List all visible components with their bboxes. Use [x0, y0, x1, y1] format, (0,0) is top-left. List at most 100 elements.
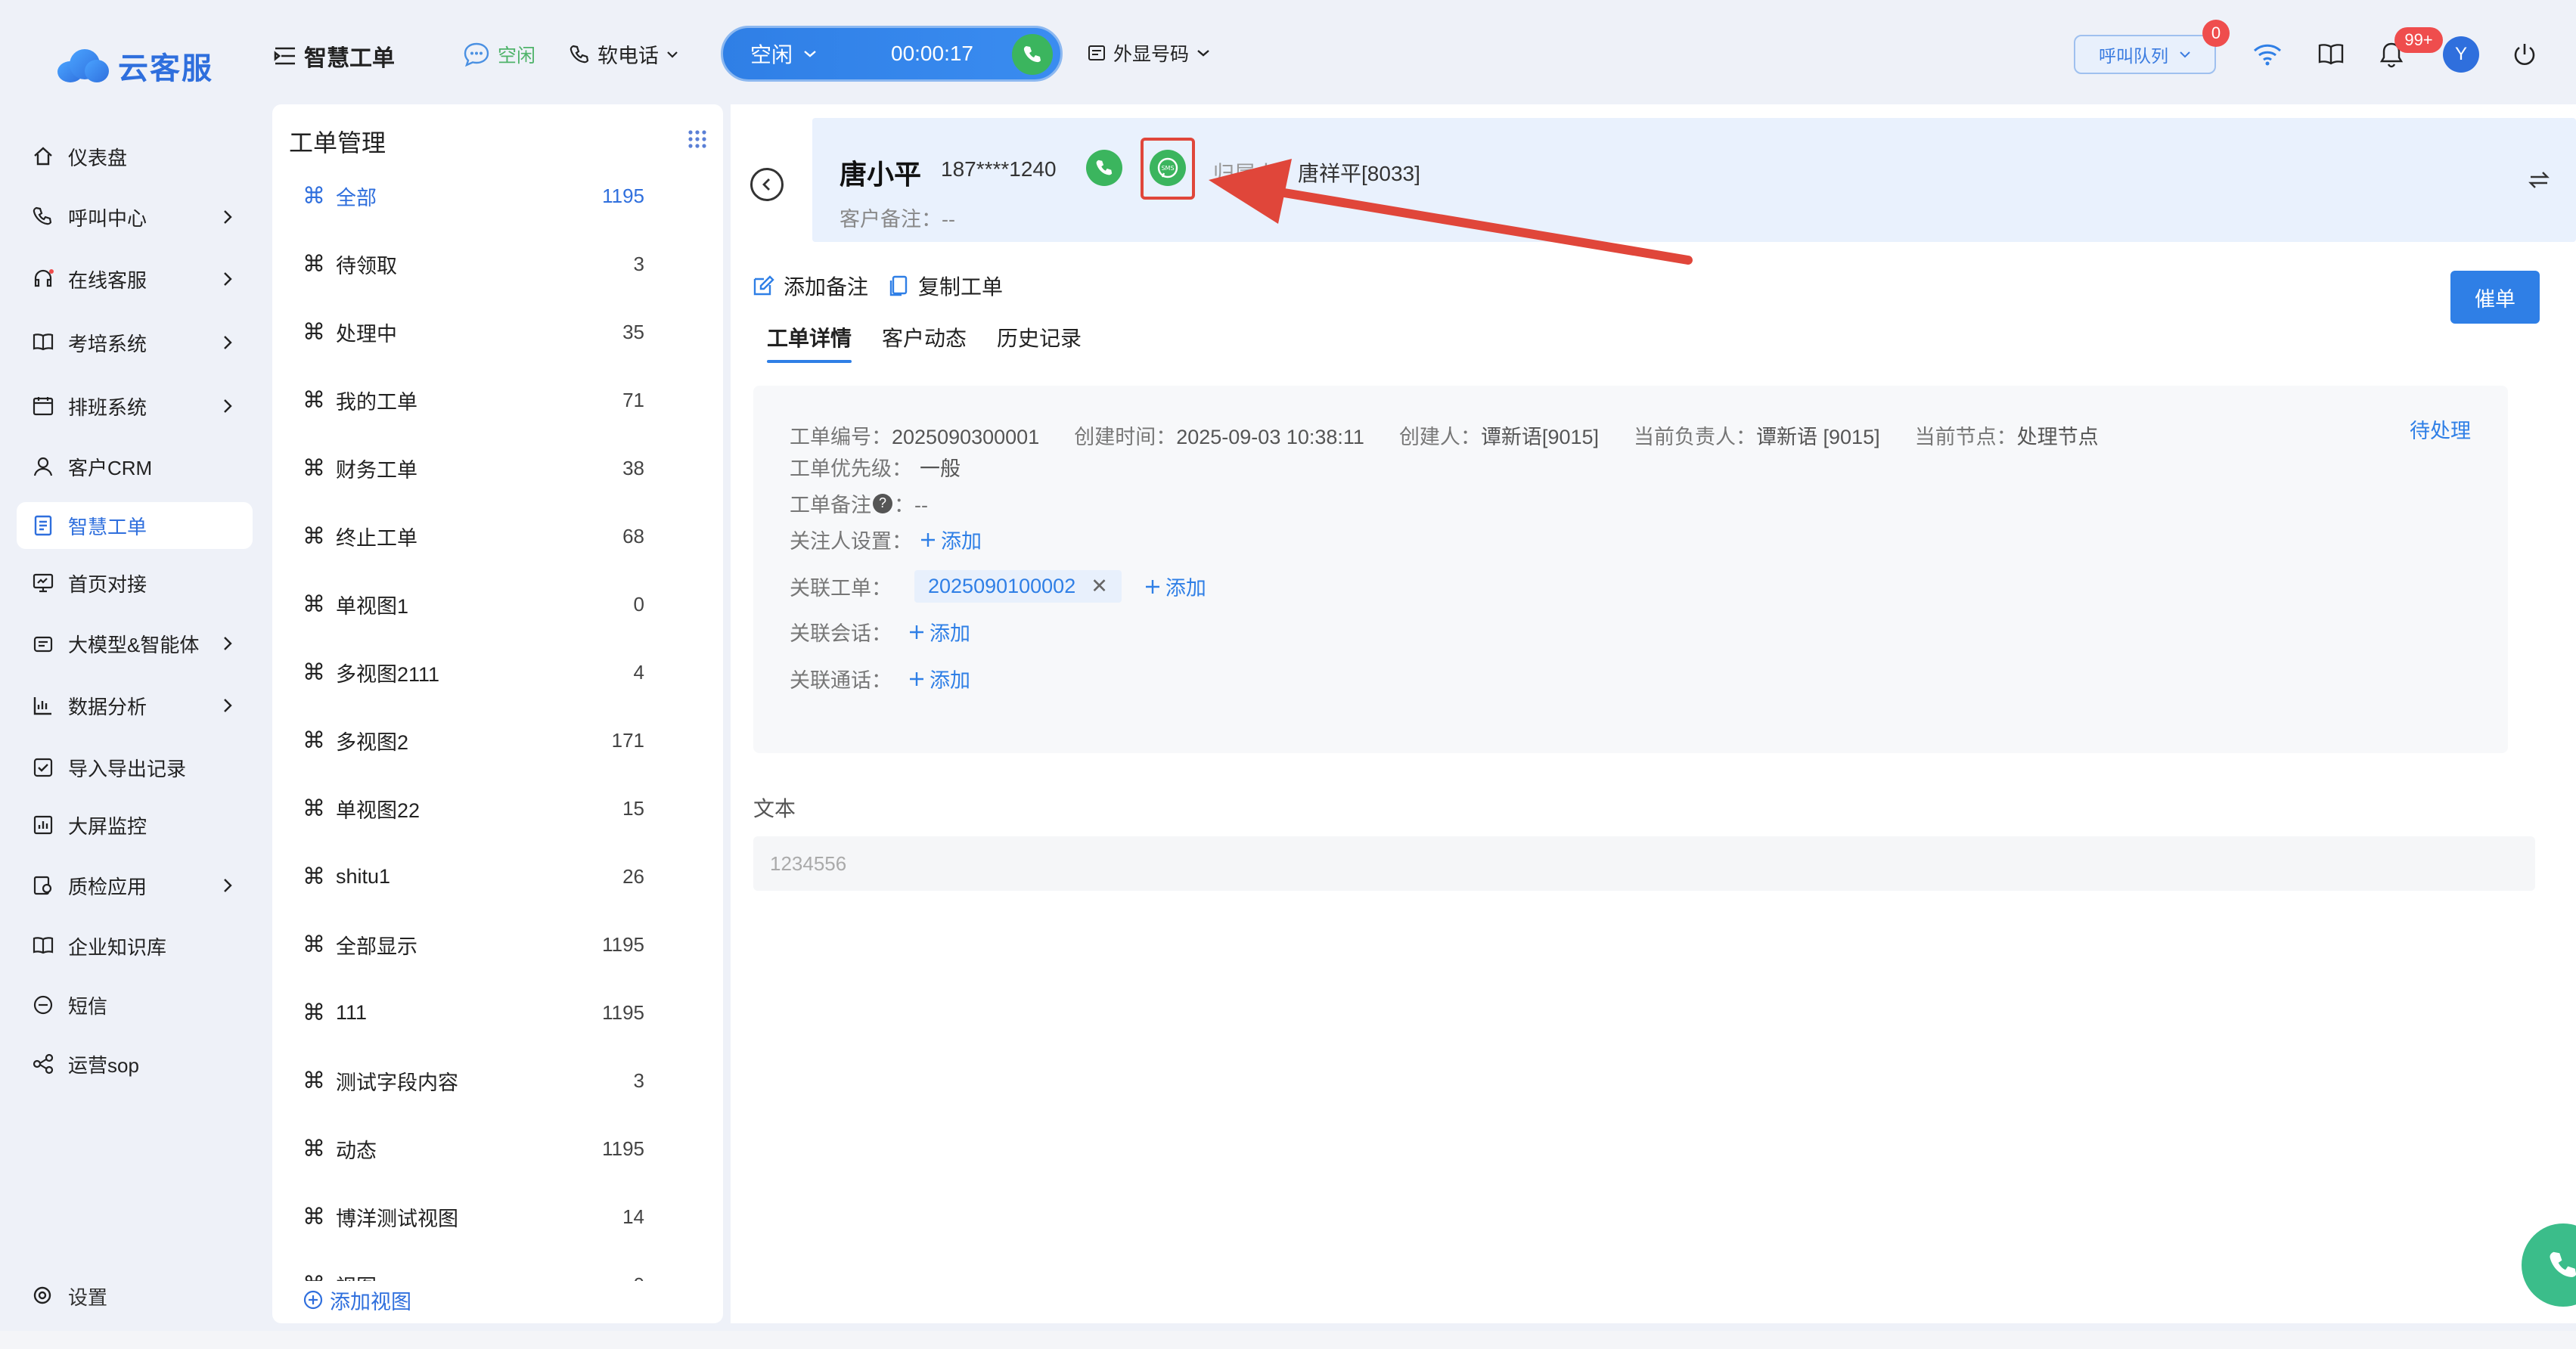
sms-customer-button[interactable]: SMS — [1150, 150, 1186, 186]
sidebar-item-label: 呼叫中心 — [68, 206, 147, 230]
view-list-item[interactable]: ⌘ 待领取 3 — [303, 245, 696, 283]
grid-icon[interactable] — [687, 129, 708, 154]
answer-call-button[interactable] — [1012, 34, 1053, 75]
calendar-icon — [32, 395, 54, 417]
sidebar-item[interactable]: 客户CRM — [17, 443, 253, 490]
view-list-item[interactable]: ⌘ shitu1 26 — [303, 857, 696, 895]
remark-row: 工单备注 ? ：-- — [790, 493, 928, 516]
view-list-item[interactable]: ⌘ 博洋测试视图 14 — [303, 1198, 696, 1236]
phone-icon — [1096, 160, 1113, 175]
sidebar-item[interactable]: 首页对接 — [17, 560, 253, 606]
sidebar-item[interactable]: 导入导出记录 — [17, 744, 253, 791]
view-list-item[interactable]: ⌘ 单视图22 15 — [303, 789, 696, 827]
book-icon[interactable] — [2316, 39, 2346, 70]
text-field[interactable]: 1234556 — [753, 836, 2535, 891]
wifi-icon[interactable] — [2252, 39, 2283, 70]
add-linked-session-button[interactable]: 添加 — [908, 617, 970, 647]
view-count: 1195 — [602, 184, 644, 207]
view-list-item[interactable]: ⌘ 多视图2 171 — [303, 721, 696, 759]
customer-card: 唐小平 187****1240 SMS 归属人：唐祥平[8033] 客户备注：-… — [812, 118, 2576, 242]
command-icon: ⌘ — [303, 1000, 325, 1025]
linked-ticket-tag[interactable]: 2025090100002 ✕ — [914, 570, 1122, 603]
view-label: 待领取 — [336, 254, 397, 278]
tab-customer-activity[interactable]: 客户动态 — [882, 322, 967, 363]
view-list-item[interactable]: ⌘ 111 1195 — [303, 994, 696, 1031]
sidebar-item[interactable]: 在线客服 — [17, 256, 253, 302]
copy-ticket-button[interactable]: 复制工单 — [888, 271, 1003, 301]
ticket-icon — [32, 514, 54, 537]
chevron-right-icon — [222, 876, 233, 899]
view-count: 14 — [622, 1205, 644, 1228]
created-time: 创建时间：2025-09-03 10:38:11 — [1074, 426, 1364, 448]
view-list-item[interactable]: ⌘ 动态 1195 — [303, 1130, 696, 1168]
sidebar-item[interactable]: 大模型&智能体 — [17, 620, 253, 667]
status-badge[interactable]: 待处理 — [2410, 414, 2471, 444]
add-note-button[interactable]: 添加备注 — [752, 271, 868, 301]
chevron-down-icon — [804, 51, 816, 57]
add-follower-button[interactable]: 添加 — [920, 525, 982, 554]
add-linked-call-button[interactable]: 添加 — [908, 664, 970, 693]
help-icon[interactable]: ? — [873, 493, 892, 513]
sidebar-item[interactable]: 考培系统 — [17, 319, 253, 366]
view-list-item[interactable]: ⌘ 财务工单 38 — [303, 449, 696, 487]
view-list-item[interactable]: ⌘ 多视图2111 4 — [303, 653, 696, 691]
view-count: 171 — [611, 728, 644, 752]
urge-button[interactable]: 催单 — [2450, 271, 2540, 324]
app-window: 云客服 智慧工单 空闲 软电话 空闲 00:00:17 外显号码 呼叫队列 0 … — [0, 0, 2576, 1349]
tab-ticket-detail[interactable]: 工单详情 — [767, 322, 852, 363]
close-icon[interactable]: ✕ — [1091, 575, 1108, 598]
logo: 云客服 — [57, 44, 213, 88]
view-list-item[interactable]: ⌘ 处理中 35 — [303, 313, 696, 351]
sidebar-item[interactable]: 短信 — [17, 982, 253, 1028]
logo-text: 云客服 — [118, 52, 213, 85]
sidebar-item-label: 企业知识库 — [68, 935, 167, 959]
view-list-item[interactable]: ⌘ 测试字段内容 3 — [303, 1062, 696, 1099]
view-list-item[interactable]: ⌘ 我的工单 71 — [303, 381, 696, 419]
command-icon: ⌘ — [303, 932, 325, 957]
power-icon[interactable] — [2509, 39, 2540, 70]
softphone-dropdown[interactable]: 软电话 — [569, 39, 678, 69]
tab-history[interactable]: 历史记录 — [997, 322, 1082, 363]
view-label: 处理中 — [336, 322, 397, 346]
id-card-icon — [1088, 45, 1105, 60]
sidebar-item-label: 考培系统 — [68, 332, 147, 355]
view-list-item[interactable]: ⌘ 全部 1195 — [303, 177, 696, 215]
command-icon: ⌘ — [303, 455, 325, 481]
back-button[interactable] — [750, 168, 784, 201]
sidebar-item[interactable]: 运营sop — [17, 1040, 253, 1087]
view-list-item[interactable]: ⌘ 终止工单 68 — [303, 517, 696, 555]
view-list-item[interactable]: ⌘ 单视图1 0 — [303, 585, 696, 623]
ticket-view-panel: 工单管理 ⌘ 全部 1195 ⌘ 待领取 3 ⌘ 处理中 35 ⌘ 我的工单 71 ⌘ 财务工单 38 ⌘ 终止… — [272, 104, 723, 1323]
sms-icon — [32, 994, 54, 1016]
call-queue-button[interactable]: 呼叫队列 — [2074, 35, 2216, 74]
command-icon: ⌘ — [303, 727, 325, 753]
sidebar-item[interactable]: 企业知识库 — [17, 923, 253, 969]
add-view-button[interactable]: 添加视图 — [303, 1281, 711, 1319]
sidebar-item-label: 首页对接 — [68, 572, 147, 596]
sidebar-item[interactable]: 数据分析 — [17, 682, 253, 729]
call-status-pill[interactable]: 空闲 00:00:17 — [721, 26, 1063, 82]
assignee: 当前负责人：谭新语 [9015] — [1634, 426, 1880, 448]
avatar[interactable]: Y — [2443, 36, 2479, 73]
plus-circle-icon — [303, 1290, 323, 1310]
creator: 创建人：谭新语[9015] — [1398, 426, 1600, 448]
sidebar-item[interactable]: 大屏监控 — [17, 802, 253, 848]
sidebar-item[interactable]: 仪表盘 — [17, 133, 253, 180]
sidebar-item[interactable]: 排班系统 — [17, 383, 253, 430]
view-label: 全部显示 — [336, 935, 417, 958]
sidebar-item-settings[interactable]: 设置 — [17, 1276, 253, 1316]
add-linked-ticket-button[interactable]: 添加 — [1144, 572, 1206, 601]
view-label: 动态 — [336, 1139, 377, 1162]
swap-icon[interactable] — [2528, 169, 2550, 194]
gear-icon — [32, 1285, 54, 1307]
agent-status[interactable]: 空闲 — [463, 41, 535, 68]
outbound-number-dropdown[interactable]: 外显号码 — [1088, 39, 1210, 67]
plus-icon — [921, 532, 935, 547]
call-customer-button[interactable] — [1086, 150, 1122, 186]
sidebar-item[interactable]: 质检应用 — [17, 862, 253, 909]
sidebar-item[interactable]: 呼叫中心 — [17, 194, 253, 240]
module-title[interactable]: 智慧工单 — [274, 39, 395, 73]
view-list-item[interactable]: ⌘ 全部显示 1195 — [303, 926, 696, 963]
sidebar-item[interactable]: 智慧工单 — [17, 502, 253, 549]
current-node: 当前节点：处理节点 — [1914, 426, 2099, 448]
